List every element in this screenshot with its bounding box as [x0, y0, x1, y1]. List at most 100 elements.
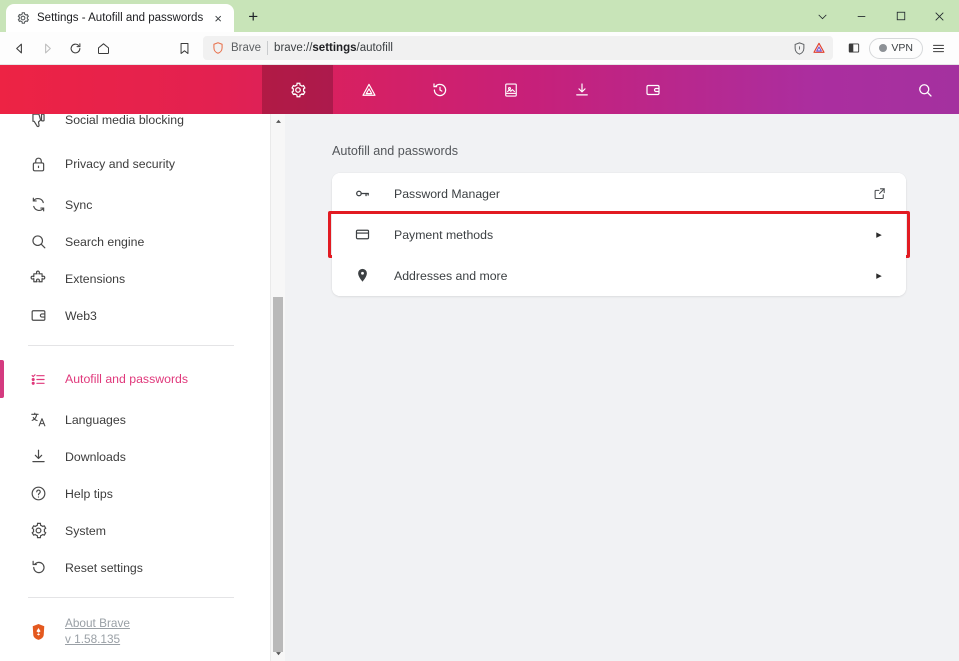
- url-text: brave://settings/autofill: [274, 42, 393, 54]
- autofill-card: Password Manager Payment methods ▸ Addre…: [328, 173, 910, 296]
- settings-nav-wallet[interactable]: [617, 65, 688, 114]
- sidebar-list: Social media blocking Privacy and securi…: [0, 114, 270, 661]
- sidebar-item-sync[interactable]: Sync: [0, 186, 270, 223]
- about-brave-text: About Brave v 1.58.135: [65, 616, 130, 646]
- puzzle-icon: [28, 269, 48, 289]
- translate-icon: [28, 410, 48, 430]
- vpn-status-dot: [879, 44, 888, 52]
- sidebar-divider-bottom: [28, 597, 234, 598]
- sidebar-item-label: Search engine: [65, 234, 145, 249]
- sidebar-item-search-engine[interactable]: Search engine: [0, 223, 270, 260]
- settings-sidebar: Social media blocking Privacy and securi…: [0, 114, 285, 661]
- settings-content: Autofill and passwords Password Manager: [285, 114, 959, 661]
- reset-arrow-icon: [28, 558, 48, 578]
- sidebar-item-system[interactable]: System: [0, 512, 270, 549]
- sidebar-item-label: Web3: [65, 308, 97, 323]
- sidebar-item-social-media-blocking[interactable]: Social media blocking: [0, 114, 270, 142]
- scroll-up-arrow-icon[interactable]: [271, 114, 285, 129]
- settings-nav-shields[interactable]: [333, 65, 404, 114]
- sidebar-item-autofill-and-passwords[interactable]: Autofill and passwords: [0, 357, 270, 401]
- window-controls: [803, 0, 959, 32]
- omnibox-actions: [786, 40, 827, 56]
- browser-window: Settings - Autofill and passwords × + Br…: [0, 0, 959, 661]
- sidebar-item-privacy-and-security[interactable]: Privacy and security: [0, 142, 270, 186]
- sidebar-item-extensions[interactable]: Extensions: [0, 260, 270, 297]
- sidebar-item-label: Sync: [65, 197, 93, 212]
- sidebar-item-label: Social media blocking: [65, 114, 184, 127]
- thumbs-down-icon: [28, 114, 48, 130]
- sidebar-divider: [28, 345, 234, 346]
- settings-search-icon[interactable]: [905, 65, 945, 114]
- row-label: Addresses and more: [394, 268, 508, 283]
- chevron-right-icon[interactable]: ▸: [870, 226, 888, 244]
- reload-icon[interactable]: [62, 35, 88, 61]
- gear-icon: [16, 11, 30, 25]
- external-link-icon[interactable]: [870, 185, 888, 203]
- row-addresses-and-more[interactable]: Addresses and more ▸: [332, 255, 906, 296]
- settings-nav-settings[interactable]: [262, 65, 333, 114]
- leo-ai-icon[interactable]: [811, 40, 827, 56]
- omnibox-divider: [267, 41, 269, 55]
- sidebar-item-label: Languages: [65, 412, 126, 427]
- back-arrow-icon[interactable]: [6, 35, 32, 61]
- close-window-icon[interactable]: [920, 0, 959, 32]
- browser-tab[interactable]: Settings - Autofill and passwords ×: [6, 4, 235, 32]
- home-icon[interactable]: [90, 35, 116, 61]
- sidebar-item-web3[interactable]: Web3: [0, 297, 270, 334]
- browser-toolbar: Brave brave://settings/autofill VPN: [0, 32, 959, 65]
- lock-icon: [28, 154, 48, 174]
- sidebar-panel-icon[interactable]: [841, 35, 867, 61]
- sidebar-item-reset-settings[interactable]: Reset settings: [0, 549, 270, 586]
- address-bar[interactable]: Brave brave://settings/autofill: [203, 36, 834, 60]
- settings-nav-history[interactable]: [404, 65, 475, 114]
- search-icon: [28, 232, 48, 252]
- row-payment-methods-wrap: Payment methods ▸: [328, 211, 910, 258]
- settings-nav-downloads[interactable]: [546, 65, 617, 114]
- tab-title: Settings - Autofill and passwords: [37, 12, 204, 24]
- forward-arrow-icon: [34, 35, 60, 61]
- scroll-down-arrow-icon[interactable]: [271, 646, 285, 661]
- sidebar-item-help-tips[interactable]: Help tips: [0, 475, 270, 512]
- settings-page: Social media blocking Privacy and securi…: [0, 114, 959, 661]
- sidebar-item-label: Reset settings: [65, 560, 143, 575]
- sidebar-item-languages[interactable]: Languages: [0, 401, 270, 438]
- row-label: Payment methods: [394, 227, 494, 242]
- chevron-down-icon[interactable]: [803, 0, 842, 32]
- title-bar: Settings - Autofill and passwords × +: [0, 0, 959, 32]
- sidebar-item-label: Autofill and passwords: [65, 372, 189, 386]
- sidebar-item-label: Privacy and security: [65, 157, 176, 171]
- sync-icon: [28, 195, 48, 215]
- page-title: Autofill and passwords: [332, 144, 459, 158]
- row-payment-methods[interactable]: Payment methods ▸: [332, 214, 906, 255]
- about-brave-label: About Brave: [65, 616, 130, 630]
- row-password-manager[interactable]: Password Manager: [332, 173, 906, 214]
- maximize-icon[interactable]: [881, 0, 920, 32]
- vpn-button[interactable]: VPN: [869, 37, 923, 59]
- chevron-right-icon[interactable]: ▸: [870, 267, 888, 285]
- question-circle-icon: [28, 484, 48, 504]
- sidebar-item-label: Help tips: [65, 486, 113, 501]
- bookmark-icon[interactable]: [171, 35, 197, 61]
- brave-version-label: v 1.58.135: [65, 632, 121, 646]
- brave-shields-button-icon[interactable]: [792, 41, 807, 56]
- sidebar-scrollbar[interactable]: [270, 114, 285, 661]
- sidebar-item-downloads[interactable]: Downloads: [0, 438, 270, 475]
- minimize-icon[interactable]: [842, 0, 881, 32]
- sidebar-item-label: Extensions: [65, 271, 126, 286]
- key-icon: [353, 185, 371, 203]
- close-tab-icon[interactable]: ×: [210, 10, 226, 26]
- wallet-icon: [28, 306, 48, 326]
- credit-card-icon: [353, 226, 371, 244]
- settings-nav-bookmarks[interactable]: [475, 65, 546, 114]
- row-label: Password Manager: [394, 186, 500, 201]
- hamburger-menu-icon[interactable]: [925, 35, 951, 61]
- autofill-list-icon: [28, 369, 48, 389]
- settings-nav-items: [262, 65, 688, 114]
- scrollbar-thumb[interactable]: [273, 297, 283, 652]
- sidebar-item-label: Downloads: [65, 449, 126, 464]
- sidebar-item-label: System: [65, 523, 106, 538]
- about-brave-link[interactable]: About Brave v 1.58.135: [0, 609, 270, 653]
- vpn-label: VPN: [891, 42, 913, 54]
- new-tab-button[interactable]: +: [239, 3, 267, 31]
- brave-lion-logo: [28, 621, 48, 641]
